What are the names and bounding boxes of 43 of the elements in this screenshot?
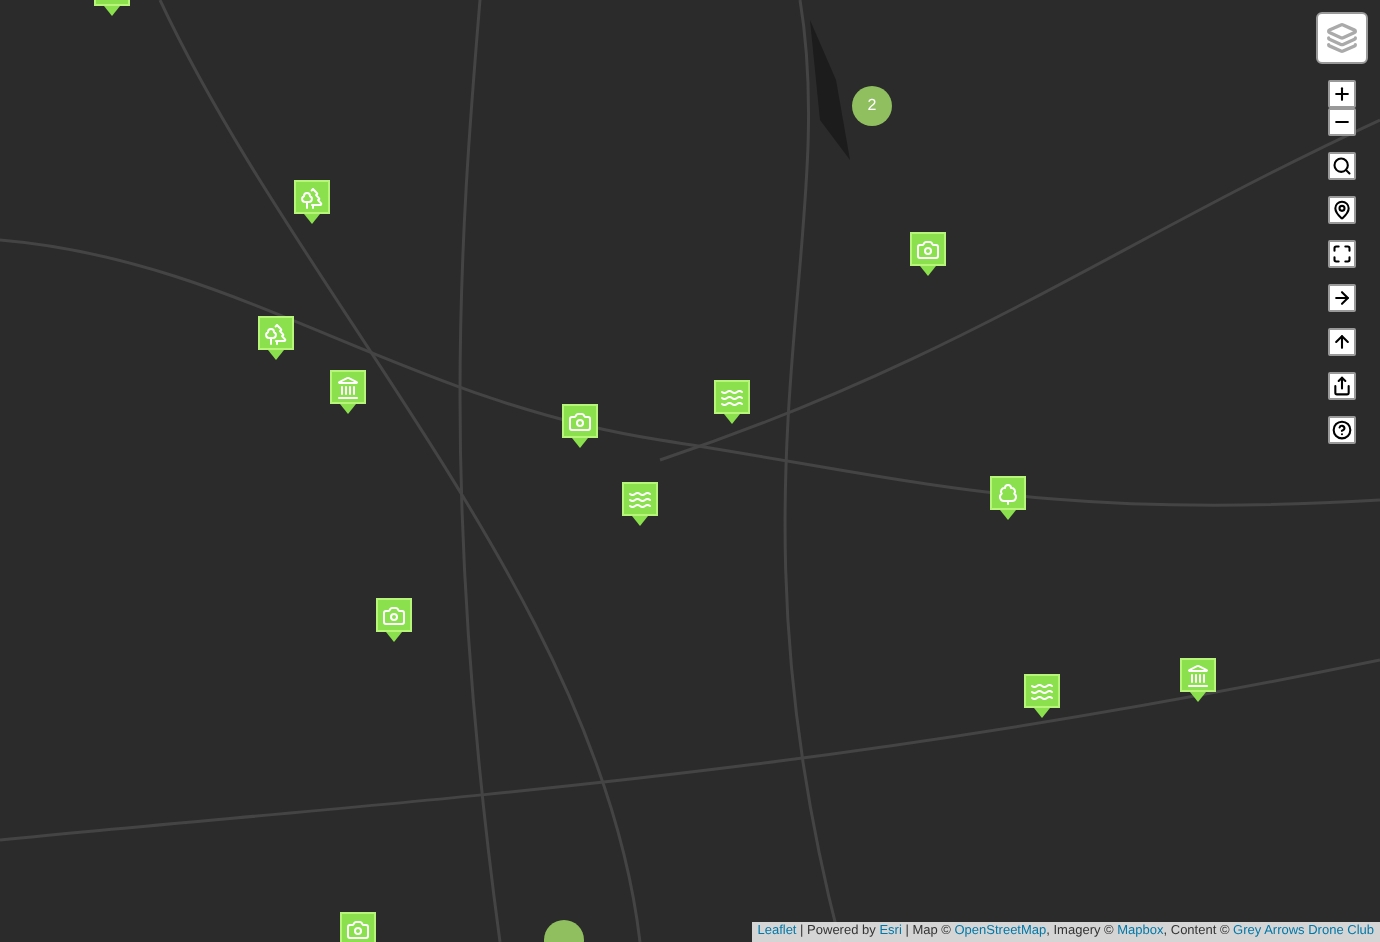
map-marker[interactable] <box>714 380 750 424</box>
trees-icon <box>264 321 288 345</box>
map-marker[interactable] <box>376 598 412 642</box>
zoom-out-button[interactable] <box>1328 108 1356 136</box>
zoom-in-icon <box>1332 84 1352 104</box>
map-marker[interactable] <box>294 180 330 224</box>
map-marker[interactable] <box>258 316 294 360</box>
camera-icon <box>382 603 406 627</box>
share-button[interactable] <box>1328 372 1356 400</box>
map-marker[interactable] <box>1180 658 1216 702</box>
search-button[interactable] <box>1328 152 1356 180</box>
pin-button[interactable] <box>1328 196 1356 224</box>
waves-icon <box>720 385 744 409</box>
map-marker[interactable] <box>562 404 598 448</box>
waves-icon <box>628 487 652 511</box>
map-marker[interactable] <box>910 232 946 276</box>
museum-icon <box>1186 663 1210 687</box>
fullscreen-button[interactable] <box>1328 240 1356 268</box>
map-marker[interactable] <box>622 482 658 526</box>
route-button[interactable] <box>1328 284 1356 312</box>
map-marker[interactable] <box>990 476 1026 520</box>
layers-icon <box>1326 22 1358 54</box>
search-icon <box>1332 156 1352 176</box>
layers-button[interactable] <box>1316 12 1368 64</box>
arrow-up-icon <box>1332 332 1352 352</box>
camera-icon <box>916 237 940 261</box>
map-marker[interactable] <box>1024 674 1060 718</box>
help-button[interactable] <box>1328 416 1356 444</box>
waves-icon <box>1030 679 1054 703</box>
camera-icon <box>568 409 592 433</box>
north-button[interactable] <box>1328 328 1356 356</box>
marker-cluster[interactable]: 2 <box>852 86 892 126</box>
pin-icon <box>1332 200 1352 220</box>
zoom-in-button[interactable] <box>1328 80 1356 108</box>
arrow-right-icon <box>1332 288 1352 308</box>
camera-icon <box>346 917 370 941</box>
map-marker[interactable] <box>330 370 366 414</box>
fullscreen-icon <box>1332 244 1352 264</box>
museum-icon <box>336 375 360 399</box>
tree-icon <box>996 481 1020 505</box>
trees-icon <box>300 185 324 209</box>
share-icon <box>1332 376 1352 396</box>
help-icon <box>1332 420 1352 440</box>
